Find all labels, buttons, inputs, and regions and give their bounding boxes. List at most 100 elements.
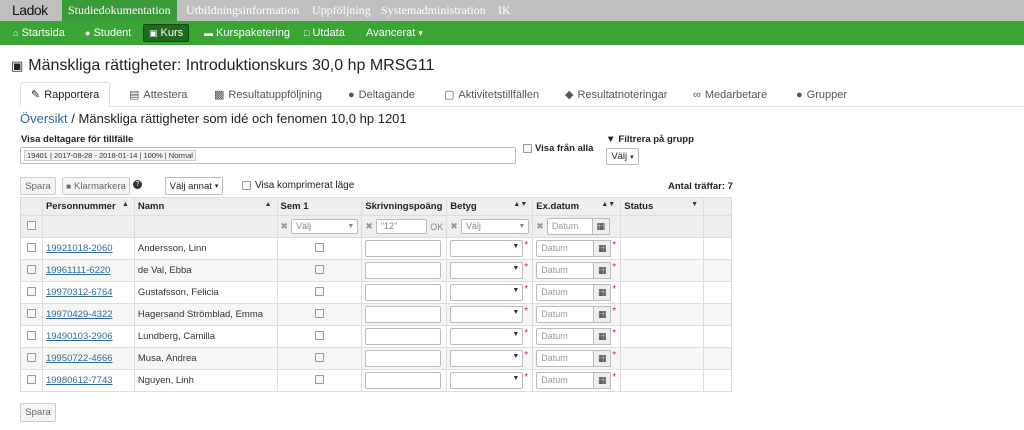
choose-other-button[interactable]: Välj annat ▾ — [165, 177, 223, 195]
tab-rapportera[interactable]: ✎ Rapportera — [20, 82, 111, 107]
tab-resultatnoteringar[interactable]: ◆ Resultatnoteringar — [555, 82, 677, 107]
row-checkbox[interactable] — [26, 352, 36, 362]
nav-kurs[interactable]: ▣ Kurs — [143, 24, 190, 42]
col-status[interactable]: Status ▼ — [620, 197, 705, 216]
exam-date-input[interactable]: Datum ▦ — [536, 240, 612, 257]
grade-select[interactable]: ▼ — [450, 240, 524, 257]
sem1-checkbox[interactable] — [314, 374, 324, 384]
score-input[interactable] — [365, 284, 442, 301]
personnummer-link[interactable]: 19921018-2060 — [46, 243, 113, 254]
show-all-option[interactable]: Visa från alla — [523, 143, 593, 154]
tab-deltagande[interactable]: ● Deltagande — [338, 82, 425, 107]
row-checkbox[interactable] — [26, 330, 36, 340]
grade-filter-select[interactable]: Välj ▼ — [460, 219, 530, 234]
score-input[interactable] — [365, 328, 442, 345]
exam-date-input[interactable]: Datum ▦ — [536, 350, 612, 367]
group-select-button[interactable]: Välj ▾ — [606, 148, 639, 165]
sem1-checkbox[interactable] — [314, 308, 324, 318]
score-filter-input[interactable]: "12" — [375, 219, 428, 234]
help-icon[interactable]: ? — [133, 180, 142, 189]
compressed-mode-option[interactable]: Visa komprimerat läge — [242, 180, 354, 191]
exam-date-input[interactable]: Datum ▦ — [536, 284, 612, 301]
calendar-icon[interactable]: ▦ — [594, 306, 612, 323]
calendar-icon[interactable]: ▦ — [594, 262, 612, 279]
score-input[interactable] — [365, 240, 442, 257]
sem1-checkbox[interactable] — [314, 330, 324, 340]
mark-ready-button[interactable]: ■ Klarmarkera — [62, 177, 130, 195]
date-filter-input[interactable]: Datum ▦ — [546, 218, 610, 235]
exam-date-placeholder: Datum — [536, 328, 595, 345]
grade-select[interactable]: ▼ — [450, 328, 524, 345]
grade-select[interactable]: ▼ — [450, 350, 524, 367]
grade-select[interactable]: ▼ — [450, 306, 524, 323]
topnav-systemadministration[interactable]: Systemadministration — [375, 0, 492, 21]
sem1-checkbox[interactable] — [314, 242, 324, 252]
exam-date-input[interactable]: Datum ▦ — [536, 328, 612, 345]
calendar-icon[interactable]: ▦ — [594, 350, 612, 367]
calendar-icon[interactable]: ▦ — [592, 218, 610, 235]
row-checkbox[interactable] — [26, 264, 36, 274]
col-exdatum[interactable]: Ex.datum ▲▼ — [532, 197, 622, 216]
score-input[interactable] — [365, 350, 442, 367]
sem1-checkbox[interactable] — [314, 264, 324, 274]
personnummer-link[interactable]: 19970429-4322 — [46, 309, 113, 320]
calendar-icon[interactable]: ▦ — [594, 328, 612, 345]
nav-kurspaketering[interactable]: ▬ Kurspaketering — [199, 24, 295, 42]
topnav-uppfoljning[interactable]: Uppföljning — [306, 0, 377, 21]
calendar-icon[interactable]: ▦ — [594, 284, 612, 301]
grade-select[interactable]: ▼ — [450, 372, 524, 389]
personnummer-link[interactable]: 19961111-6220 — [46, 265, 110, 276]
col-namn[interactable]: Namn ▲ — [133, 197, 278, 216]
calendar-icon[interactable]: ▦ — [594, 240, 612, 257]
show-all-checkbox[interactable] — [523, 144, 532, 153]
breadcrumb-oversikt-link[interactable]: Översikt — [20, 111, 68, 126]
topnav-utbildningsinformation[interactable]: Utbildningsinformation — [180, 0, 305, 21]
row-checkbox[interactable] — [26, 374, 36, 384]
col-betyg[interactable]: Betyg ▲▼ — [446, 197, 534, 216]
row-checkbox[interactable] — [26, 286, 36, 296]
nav-utdata[interactable]: □ Utdata — [299, 24, 350, 42]
exam-date-input[interactable]: Datum ▦ — [536, 372, 612, 389]
score-input[interactable] — [365, 306, 442, 323]
clear-icon[interactable]: ✖ — [450, 221, 458, 232]
occasion-select[interactable]: 19401 | 2017-08-28 - 2018-01-14 | 100% |… — [20, 147, 516, 164]
compressed-mode-checkbox[interactable] — [242, 181, 251, 190]
tab-medarbetare[interactable]: ∞ Medarbetare — [683, 82, 777, 107]
row-checkbox[interactable] — [26, 308, 36, 318]
row-checkbox[interactable] — [26, 242, 36, 252]
col-personnummer[interactable]: Personnummer ▲ — [41, 197, 135, 216]
personnummer-link[interactable]: 19980612-7743 — [46, 375, 113, 386]
personnummer-link[interactable]: 19970312-6764 — [46, 287, 113, 298]
nav-student[interactable]: ● Student — [80, 24, 136, 42]
sem1-filter-select[interactable]: Välj ▼ — [291, 219, 359, 234]
personnummer-link[interactable]: 19950722-4666 — [46, 353, 113, 364]
sem1-checkbox[interactable] — [314, 286, 324, 296]
topnav-studiedokumentation[interactable]: Studiedokumentation — [62, 0, 177, 21]
exam-date-input[interactable]: Datum ▦ — [536, 262, 612, 279]
required-marker: * — [524, 350, 529, 361]
clear-icon[interactable]: ✖ — [536, 221, 544, 232]
nav-avancerat[interactable]: Avancerat ▾ — [361, 24, 428, 42]
grade-select[interactable]: ▼ — [450, 284, 524, 301]
save-button-top[interactable]: Spara — [20, 177, 56, 195]
calendar-icon[interactable]: ▦ — [594, 372, 612, 389]
score-input[interactable] — [365, 372, 442, 389]
clear-icon[interactable]: ✖ — [281, 221, 289, 232]
tab-aktivitetstillfallen[interactable]: ▢ Aktivitetstillfällen — [434, 82, 549, 107]
personnummer-link[interactable]: 19490103-2906 — [46, 331, 113, 342]
tab-resultatuppfoljning[interactable]: ▩ Resultatuppföljning — [204, 82, 332, 107]
nav-startsida[interactable]: ⌂ Startsida — [8, 24, 70, 42]
select-all-checkbox[interactable] — [26, 220, 36, 230]
tab-grupper[interactable]: ● Grupper — [786, 82, 857, 107]
score-ok-button[interactable]: OK — [430, 222, 443, 232]
score-input[interactable] — [365, 262, 442, 279]
save-button-bottom[interactable]: Spara — [20, 403, 56, 422]
tab-attestera[interactable]: ▤ Attestera — [119, 82, 197, 107]
sem1-checkbox[interactable] — [314, 352, 324, 362]
exam-date-input[interactable]: Datum ▦ — [536, 306, 612, 323]
clear-icon[interactable]: ✖ — [365, 221, 373, 232]
grade-select[interactable]: ▼ — [450, 262, 524, 279]
ladok-logo[interactable]: Ladok — [12, 2, 48, 18]
group-filter-title: ▼ Filtrera på grupp — [606, 134, 694, 145]
topnav-ik[interactable]: IK — [492, 0, 517, 21]
